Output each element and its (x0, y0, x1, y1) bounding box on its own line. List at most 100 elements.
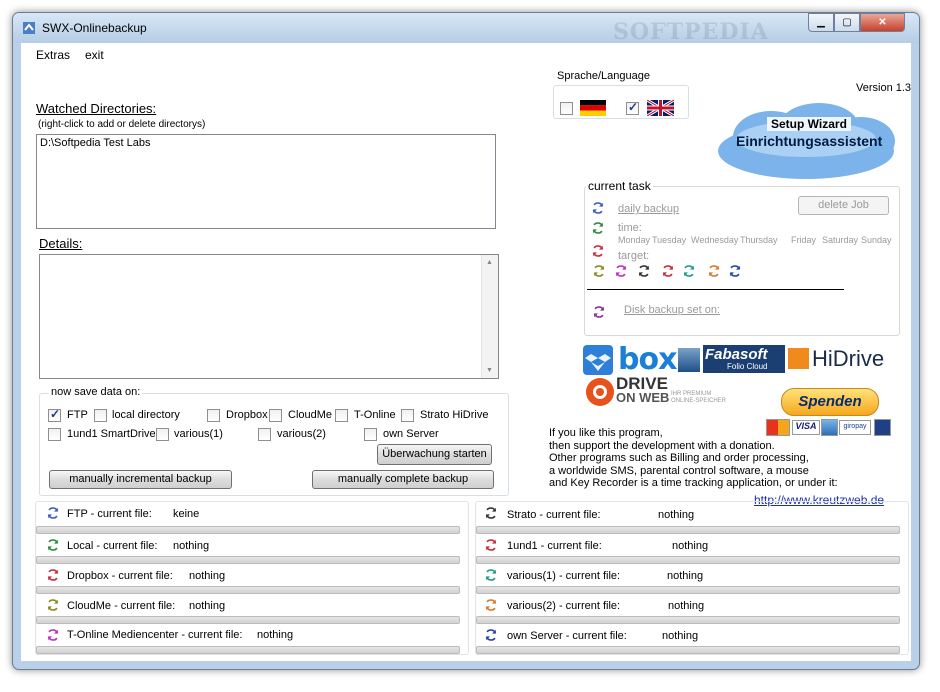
einsund1-status-label: 1und1 - current file: (507, 540, 602, 552)
menu-extras[interactable]: Extras (36, 48, 70, 62)
driveonweb-subtitle[interactable]: ON WEB (616, 390, 669, 405)
wizard-title[interactable]: Setup Wizard (767, 117, 851, 131)
day-friday: Friday (791, 235, 817, 245)
target-icon (591, 244, 605, 258)
promo-line: Other programs such as Billing and order… (549, 452, 809, 464)
giropay-icon: giropay (839, 420, 871, 435)
local-label: local directory (112, 409, 180, 421)
cloudme-status-value: nothing (189, 600, 226, 612)
own-server-status-value: nothing (662, 630, 699, 642)
client-area: Extras exit Sprache/Language Version 1.3… (21, 43, 911, 661)
target-sync-icon (707, 264, 721, 278)
scroll-down-icon[interactable]: ▼ (486, 367, 493, 374)
cloudme-checkbox[interactable] (269, 409, 282, 422)
target-sync-icon (661, 264, 675, 278)
local-progress-bar (36, 556, 460, 564)
english-checkbox[interactable] (626, 100, 639, 115)
target-sync-icon (728, 264, 742, 278)
driveonweb-small1: IHR PREMIUM (671, 391, 712, 397)
ftp-progress-bar (36, 526, 460, 534)
softpedia-watermark: SOFTPEDIA (613, 19, 769, 45)
dropbox-checkbox[interactable] (207, 409, 220, 422)
maximize-button[interactable]: ▢ (834, 13, 860, 32)
complete-backup-button[interactable]: manually complete backup (312, 470, 494, 489)
various1-progress-bar (476, 586, 900, 594)
tonline-checkbox[interactable] (335, 409, 348, 422)
close-button[interactable]: ✕ (860, 13, 905, 32)
incremental-backup-button[interactable]: manually incremental backup (49, 470, 232, 489)
disk-backup-icon (592, 305, 606, 319)
donate-button[interactable]: Spenden (781, 388, 879, 416)
strato-progress-bar (476, 526, 900, 534)
delete-job-button[interactable]: delete Job (798, 196, 889, 215)
cloudme-label: CloudMe (288, 409, 333, 421)
ftp-status-icon (46, 506, 60, 520)
own-server-status-label: own Server - current file: (507, 630, 627, 642)
own-server-status-icon (484, 628, 498, 642)
ftp-checkbox[interactable] (48, 407, 61, 422)
uk-flag-icon (647, 100, 674, 116)
day-thursday: Thursday (740, 235, 778, 245)
hidrive-logo[interactable]: HiDrive (812, 346, 884, 372)
watched-hint: (right-click to add or delete directorys… (38, 119, 206, 130)
day-monday: Monday (618, 235, 651, 245)
various1-checkbox[interactable] (156, 428, 169, 441)
german-checkbox[interactable] (560, 102, 573, 115)
tonline-progress-bar (36, 646, 460, 654)
promo-text: If you like this program, then support t… (549, 427, 838, 490)
various1-status-label: various(1) - current file: (507, 570, 621, 582)
title-bar[interactable]: SWX-Onlinebackup SOFTPEDIA ▁ ▢ ✕ (13, 13, 919, 45)
tonline-status-value: nothing (257, 629, 294, 641)
window-title: SWX-Onlinebackup (42, 21, 147, 35)
day-saturday: Saturday (822, 235, 859, 245)
day-sunday: Sunday (861, 235, 892, 245)
dropbox-status-label: Dropbox - current file: (67, 570, 173, 582)
various1-status-icon (484, 568, 498, 582)
promo-line: then support the development with a dona… (549, 439, 775, 452)
einsund1-label: 1und1 SmartDrive (67, 428, 156, 440)
box-logo[interactable]: box (618, 342, 677, 377)
own-server-checkbox[interactable] (364, 428, 377, 441)
minimize-button[interactable]: ▁ (808, 13, 834, 32)
driveonweb-small2: ONLINE-SPEICHER (671, 398, 727, 404)
watched-title: Watched Directories: (36, 101, 157, 116)
details-scrollbar[interactable]: ▲ ▼ (481, 255, 498, 378)
daily-backup-icon (591, 201, 605, 215)
local-status-value: nothing (173, 540, 210, 552)
hidrive-icon (788, 348, 809, 369)
various2-checkbox[interactable] (258, 428, 271, 441)
einsund1-status-value: nothing (672, 540, 709, 552)
day-tuesday: Tuesday (652, 235, 687, 245)
einsund1-status-icon (484, 538, 498, 552)
target-sync-icon (592, 264, 606, 278)
scroll-up-icon[interactable]: ▲ (486, 259, 493, 266)
close-icon: ✕ (878, 17, 887, 28)
daily-backup-link[interactable]: daily backup (618, 203, 679, 215)
language-label: Sprache/Language (557, 70, 650, 82)
dropbox-logo-icon[interactable] (583, 345, 613, 375)
start-monitoring-button[interactable]: Überwachung starten (377, 444, 492, 465)
details-title: Details: (39, 236, 83, 251)
einsund1-checkbox[interactable] (48, 428, 61, 441)
fabasoft-sub: Folio Cloud (727, 362, 768, 371)
fabasoft-logo[interactable]: Fabasoft Folio Cloud (703, 345, 785, 373)
wizard-subtitle[interactable]: Einrichtungsassistent (736, 133, 882, 149)
list-item[interactable]: D:\Softpedia Test Labs (40, 137, 150, 149)
local-status-icon (46, 538, 60, 552)
cloudme-status-icon (46, 598, 60, 612)
current-task-title: current task (586, 179, 653, 193)
strato-label: Strato HiDrive (420, 409, 489, 421)
tonline-status-label: T-Online Mediencenter - current file: (67, 629, 243, 641)
details-textbox[interactable]: ▲ ▼ (39, 254, 499, 379)
promo-line: and Key Recorder is a time tracking appl… (549, 477, 838, 489)
strato-checkbox[interactable] (401, 409, 414, 422)
watched-directories-list[interactable]: D:\Softpedia Test Labs (36, 134, 496, 229)
tonline-status-icon (46, 628, 60, 642)
driveonweb-logo-icon[interactable] (585, 377, 615, 407)
disk-backup-link[interactable]: Disk backup set on: (624, 304, 720, 316)
version-label: Version 1.3 (856, 82, 912, 94)
strato-status-value: nothing (658, 509, 695, 521)
menu-exit[interactable]: exit (85, 48, 104, 62)
einsund1-progress-bar (476, 556, 900, 564)
local-checkbox[interactable] (94, 409, 107, 422)
